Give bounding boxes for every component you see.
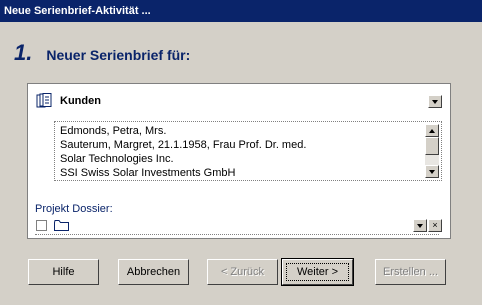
dossier-clear-button[interactable]: ×: [428, 219, 442, 232]
step-number: 1.: [14, 40, 33, 65]
dossier-checkbox[interactable]: [36, 220, 47, 231]
list-item[interactable]: Sauterum, Margret, 21.1.1958, Frau Prof.…: [60, 138, 306, 152]
cancel-button[interactable]: Abbrechen: [118, 259, 189, 285]
wizard-window: Neue Serienbrief-Aktivität ... 1. Neuer …: [0, 0, 482, 305]
list-item[interactable]: Edmonds, Petra, Mrs.: [60, 124, 306, 138]
finish-button[interactable]: Erstellen ...: [375, 259, 446, 285]
dossier-field[interactable]: [35, 218, 439, 235]
folder-icon: [54, 220, 69, 231]
help-button-label: Hilfe: [52, 266, 75, 278]
recipient-list[interactable]: Edmonds, Petra, Mrs. Sauterum, Margret, …: [54, 121, 442, 181]
scroll-thumb[interactable]: [425, 137, 439, 155]
title-bar[interactable]: Neue Serienbrief-Aktivität ...: [0, 0, 482, 22]
back-button-label: < Zurück: [220, 266, 265, 278]
dossier-dropdown-button[interactable]: [413, 219, 427, 232]
list-item[interactable]: SSI Swiss Solar Investments GmbH: [60, 166, 306, 180]
recipient-list-items: Edmonds, Petra, Mrs. Sauterum, Margret, …: [60, 124, 306, 180]
help-button[interactable]: Hilfe: [28, 259, 99, 285]
selection-panel: Kunden Edmonds, Petra, Mrs. Sauterum, Ma…: [27, 83, 451, 239]
chevron-down-icon: [432, 99, 438, 104]
cancel-button-label: Abbrechen: [126, 266, 181, 278]
category-label: Kunden: [60, 95, 101, 107]
list-item[interactable]: Solar Technologies Inc.: [60, 152, 306, 166]
back-button[interactable]: < Zurück: [207, 259, 278, 285]
finish-button-label: Erstellen ...: [382, 266, 439, 278]
chevron-up-icon: [429, 128, 435, 133]
step-title: Neuer Serienbrief für:: [46, 47, 191, 63]
category-header: Kunden: [36, 92, 101, 110]
scroll-down-button[interactable]: [425, 165, 439, 178]
scroll-up-button[interactable]: [425, 124, 439, 137]
clear-icon: ×: [432, 220, 438, 230]
focus-rect: [286, 263, 349, 281]
category-dropdown-button[interactable]: [428, 95, 442, 108]
chevron-down-icon: [417, 223, 423, 228]
step-heading: 1. Neuer Serienbrief für:: [14, 40, 191, 65]
next-button[interactable]: Weiter >: [281, 258, 354, 286]
dossier-label: Projekt Dossier:: [35, 203, 113, 215]
list-scrollbar[interactable]: [425, 124, 439, 178]
documents-icon: [36, 93, 52, 108]
chevron-down-icon: [429, 169, 435, 174]
